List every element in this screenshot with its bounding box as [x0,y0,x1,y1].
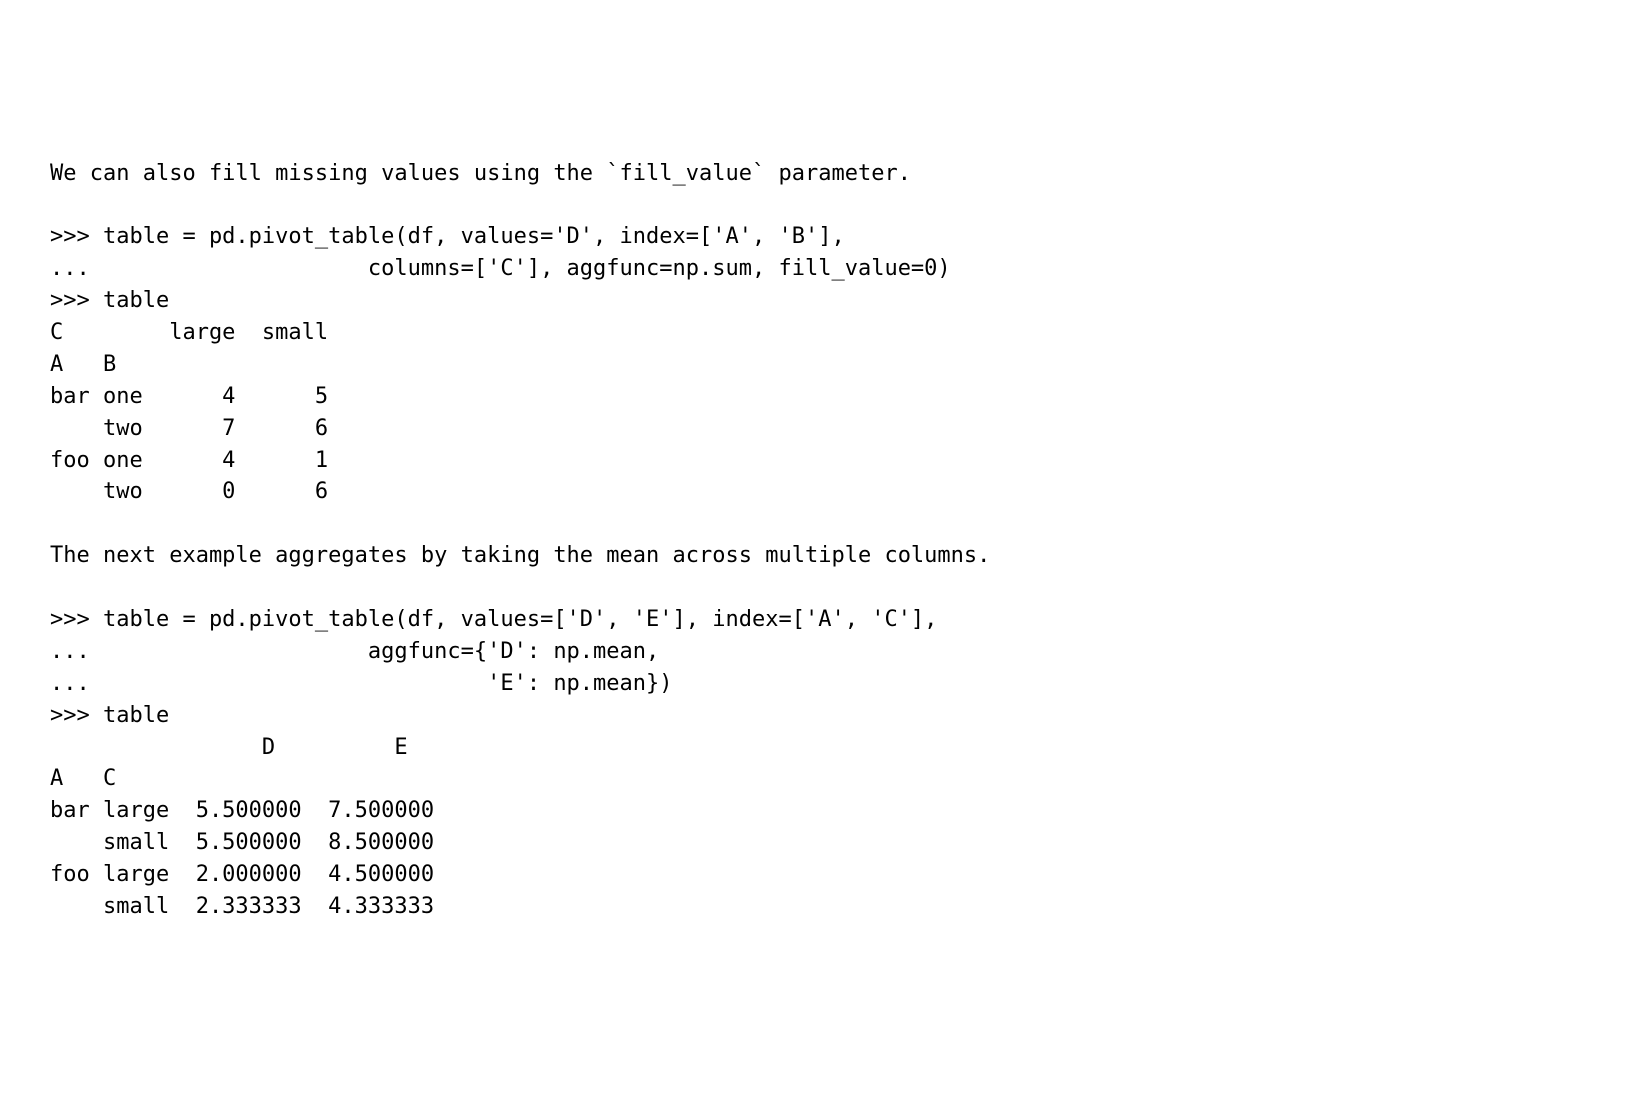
docstring-line: >>> table = pd.pivot_table(df, values=['… [50,607,937,632]
docstring-line: A C [50,766,116,791]
docstring-line: two 7 6 [50,416,328,441]
docstring-line: >>> table [50,703,169,728]
docstring-line: C large small [50,320,328,345]
docstring-line: D E [50,735,408,760]
docstring-line: We can also fill missing values using th… [50,161,911,186]
docstring-line: ... aggfunc={'D': np.mean, [50,639,659,664]
docstring-line: foo large 2.000000 4.500000 [50,862,434,887]
docstring-line: >>> table [50,288,169,313]
docstring-line: >>> table = pd.pivot_table(df, values='D… [50,224,845,249]
docstring-line: foo one 4 1 [50,448,328,473]
docstring-line: ... 'E': np.mean}) [50,671,673,696]
docstring-line: bar large 5.500000 7.500000 [50,798,434,823]
docstring-line: A B [50,352,116,377]
docstring-line: two 0 6 [50,479,328,504]
docstring-line: ... columns=['C'], aggfunc=np.sum, fill_… [50,256,951,281]
docstring-line: small 5.500000 8.500000 [50,830,434,855]
docstring-line: small 2.333333 4.333333 [50,894,434,919]
docstring-content: We can also fill missing values using th… [50,158,1584,923]
docstring-line: The next example aggregates by taking th… [50,543,990,568]
docstring-line: bar one 4 5 [50,384,328,409]
